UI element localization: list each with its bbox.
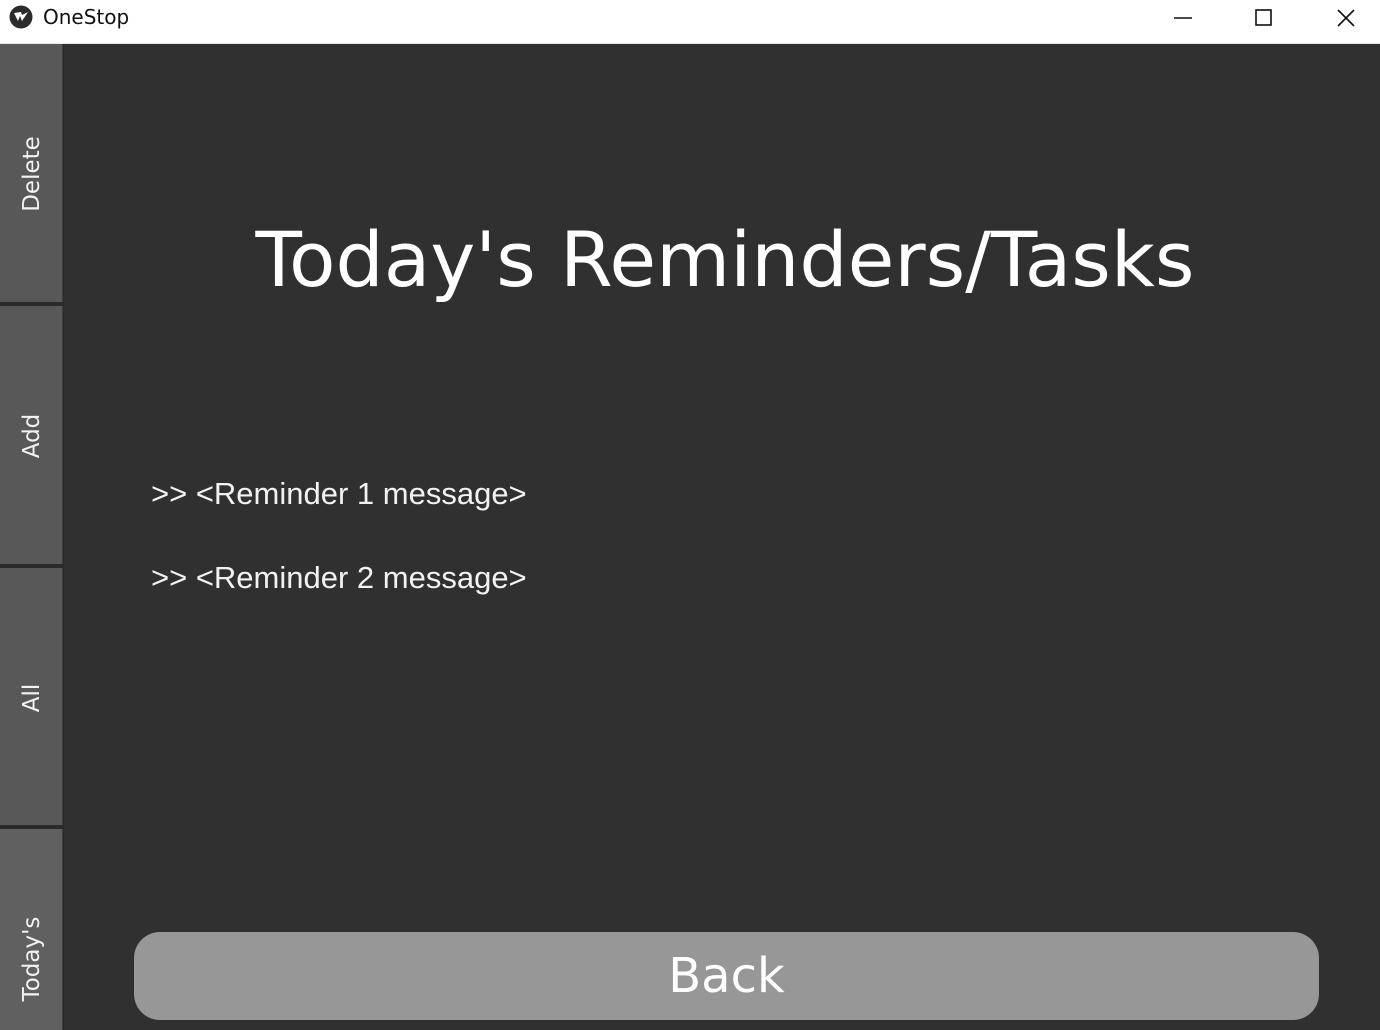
tab-all[interactable]: All	[0, 568, 63, 825]
tab-delete[interactable]: Delete	[0, 44, 63, 302]
window-title: OneStop	[43, 5, 130, 29]
app-window: OneStop Delete Add All Today's Today's R…	[0, 0, 1380, 1030]
minimize-button[interactable]	[1148, 0, 1218, 36]
back-button[interactable]: Back	[134, 932, 1319, 1020]
reminder-item: >> <Reminder 1 message>	[151, 476, 527, 511]
tab-add-label: Add	[19, 413, 45, 459]
tab-all-label: All	[19, 683, 45, 713]
tab-add[interactable]: Add	[0, 306, 63, 564]
close-icon	[1337, 9, 1355, 27]
tab-delete-label: Delete	[19, 136, 45, 212]
close-button[interactable]	[1311, 0, 1380, 36]
tab-todays[interactable]: Today's	[0, 829, 63, 1030]
kivy-logo-icon	[9, 5, 33, 29]
maximize-button[interactable]	[1229, 0, 1299, 36]
minimize-icon	[1174, 17, 1192, 19]
main-panel: Today's Reminders/Tasks >> <Reminder 1 m…	[64, 44, 1380, 1030]
tab-todays-label: Today's	[19, 916, 45, 1002]
reminder-item: >> <Reminder 2 message>	[151, 560, 527, 595]
maximize-icon	[1255, 9, 1272, 26]
side-tab-strip: Delete Add All Today's	[0, 44, 64, 1030]
title-bar: OneStop	[0, 0, 1380, 44]
page-title: Today's Reminders/Tasks	[255, 215, 1195, 304]
